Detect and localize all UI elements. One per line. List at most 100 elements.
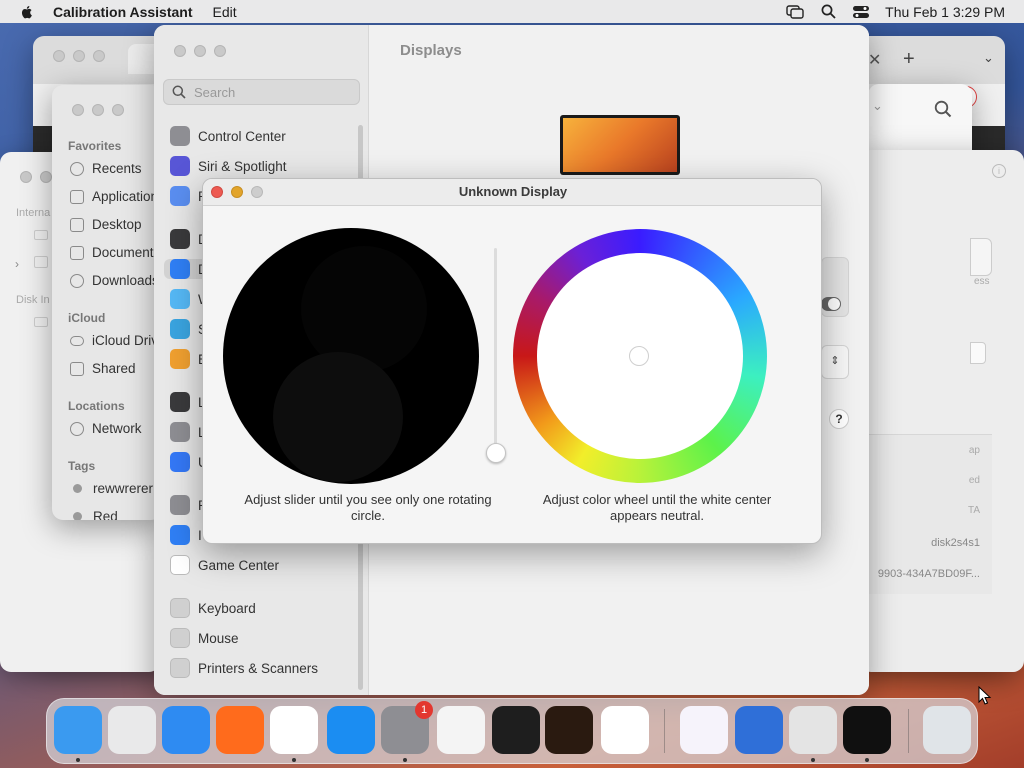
sidebar-item[interactable]: Mouse: [170, 628, 239, 648]
sidebar-item-downloads[interactable]: Downloads: [70, 273, 159, 288]
edit-menu[interactable]: Edit: [213, 4, 237, 20]
sidebar-item[interactable]: I: [170, 525, 202, 545]
locations-header: Locations: [68, 399, 125, 413]
favorites-header: Favorites: [68, 139, 122, 153]
notification-badge: 1: [415, 701, 433, 719]
visual-studio-icon[interactable]: [680, 706, 728, 754]
gamma-instruction: Adjust slider until you see only one rot…: [244, 492, 492, 523]
color-wheel-handle[interactable]: [629, 346, 649, 366]
minimize-button[interactable]: [73, 50, 85, 62]
safari-icon[interactable]: [162, 706, 210, 754]
sidebar-item[interactable]: Control Center: [170, 126, 286, 146]
app-store-icon[interactable]: [327, 706, 375, 754]
sidebar-item[interactable]: Printers & Scanners: [170, 658, 318, 678]
close-button[interactable]: [72, 104, 84, 116]
icloud-icon[interactable]: [735, 706, 783, 754]
brightness-slider-thumb[interactable]: [486, 443, 506, 463]
sidebar-item-label: iCloud Drive: [92, 333, 162, 348]
sidebar-item[interactable]: L: [170, 392, 206, 412]
textedit-icon[interactable]: [437, 706, 485, 754]
volume-icon[interactable]: [34, 256, 48, 268]
running-indicator: [811, 758, 815, 762]
sidebar-item-desktop[interactable]: Desktop: [70, 217, 142, 232]
chrome-icon[interactable]: [270, 706, 318, 754]
vscode-icon[interactable]: [601, 706, 649, 754]
zoom-button[interactable]: [112, 104, 124, 116]
search-field[interactable]: Search: [163, 79, 360, 105]
help-button[interactable]: ?: [829, 409, 849, 429]
control-center-icon: [170, 126, 190, 146]
game-center-icon: [170, 555, 190, 575]
displays-icon: [170, 259, 190, 279]
disk-uuid: 9903-434A7BD09F...: [877, 568, 980, 580]
clock-icon: [70, 161, 84, 176]
sidebar-item[interactable]: Siri & Spotlight: [170, 156, 287, 176]
sidebar-item-icloud-drive[interactable]: iCloud Drive: [70, 333, 162, 348]
sidebar-item-label: Network: [92, 421, 142, 436]
toggle-switch[interactable]: [821, 297, 841, 311]
sidebar-item-label: Control Center: [198, 128, 286, 144]
close-button[interactable]: [20, 171, 32, 183]
zoom-button[interactable]: [214, 45, 226, 57]
minimize-button[interactable]: [194, 45, 206, 57]
disk-ess-label: ess: [974, 276, 990, 287]
sidebar-item[interactable]: Game Center: [170, 555, 279, 575]
mouse-icon: [170, 628, 190, 648]
dialog-titlebar: Unknown Display: [203, 179, 821, 206]
disk-utility-icon[interactable]: [789, 706, 837, 754]
sidebar-item-recents[interactable]: Recents: [70, 161, 142, 176]
terminal-icon[interactable]: [492, 706, 540, 754]
rotating-circle-lower: [273, 352, 403, 482]
zoom-button[interactable]: [93, 50, 105, 62]
minimize-button[interactable]: [40, 171, 52, 183]
calibration-icon[interactable]: [843, 706, 891, 754]
screen-mirroring-icon[interactable]: [786, 4, 804, 20]
minimize-button[interactable]: [92, 104, 104, 116]
running-indicator: [292, 758, 296, 762]
sidebar-item-label: Mouse: [198, 630, 239, 646]
spotlight-search-icon[interactable]: [819, 4, 837, 20]
sidebar-item-label: Keyboard: [198, 600, 256, 616]
sidebar-item-documents[interactable]: Documents: [70, 245, 160, 260]
new-tab-icon[interactable]: +: [903, 48, 915, 71]
sidebar-item[interactable]: L: [170, 422, 206, 442]
menu-clock[interactable]: Thu Feb 1 3:29 PM: [885, 4, 1005, 20]
sidebar-item-label: Documents: [92, 245, 161, 260]
sidebar-item-network[interactable]: Network: [70, 421, 142, 436]
finder-icon[interactable]: [54, 706, 102, 754]
garageband-icon[interactable]: [545, 706, 593, 754]
control-center-icon[interactable]: [852, 4, 870, 20]
popup-chevron-icon[interactable]: ⇕: [821, 345, 849, 379]
launchpad-icon[interactable]: [108, 706, 156, 754]
trash-icon[interactable]: [923, 706, 971, 754]
display-thumbnail[interactable]: [560, 115, 680, 175]
sidebar-item-tag-red[interactable]: Red: [70, 509, 118, 520]
download-icon: [70, 273, 84, 288]
dock-separator: [664, 709, 665, 753]
brightness-slider-track[interactable]: [494, 248, 497, 454]
close-tab-icon[interactable]: ✕: [868, 50, 881, 70]
info-icon[interactable]: i: [992, 164, 1006, 178]
firefox-icon[interactable]: [216, 706, 264, 754]
sidebar-item[interactable]: Keyboard: [170, 598, 256, 618]
tag-dot-icon: [73, 512, 82, 520]
sidebar-item-label: Game Center: [198, 557, 280, 573]
sidebar-item-label: Recents: [92, 161, 142, 176]
search-icon[interactable]: [934, 100, 952, 121]
close-button[interactable]: [53, 50, 65, 62]
close-button[interactable]: [174, 45, 186, 57]
sidebar-item-tag[interactable]: rewwrerer: [70, 481, 153, 496]
running-indicator: [403, 758, 407, 762]
apple-menu-icon[interactable]: [19, 4, 35, 20]
sidebar-item-label: Downloads: [92, 273, 159, 288]
color-instruction: Adjust color wheel until the white cente…: [542, 492, 772, 523]
disclosure-chevron-icon[interactable]: ›: [15, 257, 19, 271]
sidebar-item-applications[interactable]: Applications: [70, 189, 162, 204]
sidebar-item-shared[interactable]: Shared: [70, 361, 136, 376]
cloud-icon: [70, 335, 84, 346]
rotating-circle-upper: [301, 246, 427, 372]
chevron-icon[interactable]: ⌄: [872, 98, 883, 114]
app-name-menu[interactable]: Calibration Assistant: [53, 4, 193, 20]
disk-field: [970, 342, 986, 364]
tab-list-chevron-icon[interactable]: ⌄: [983, 50, 994, 66]
